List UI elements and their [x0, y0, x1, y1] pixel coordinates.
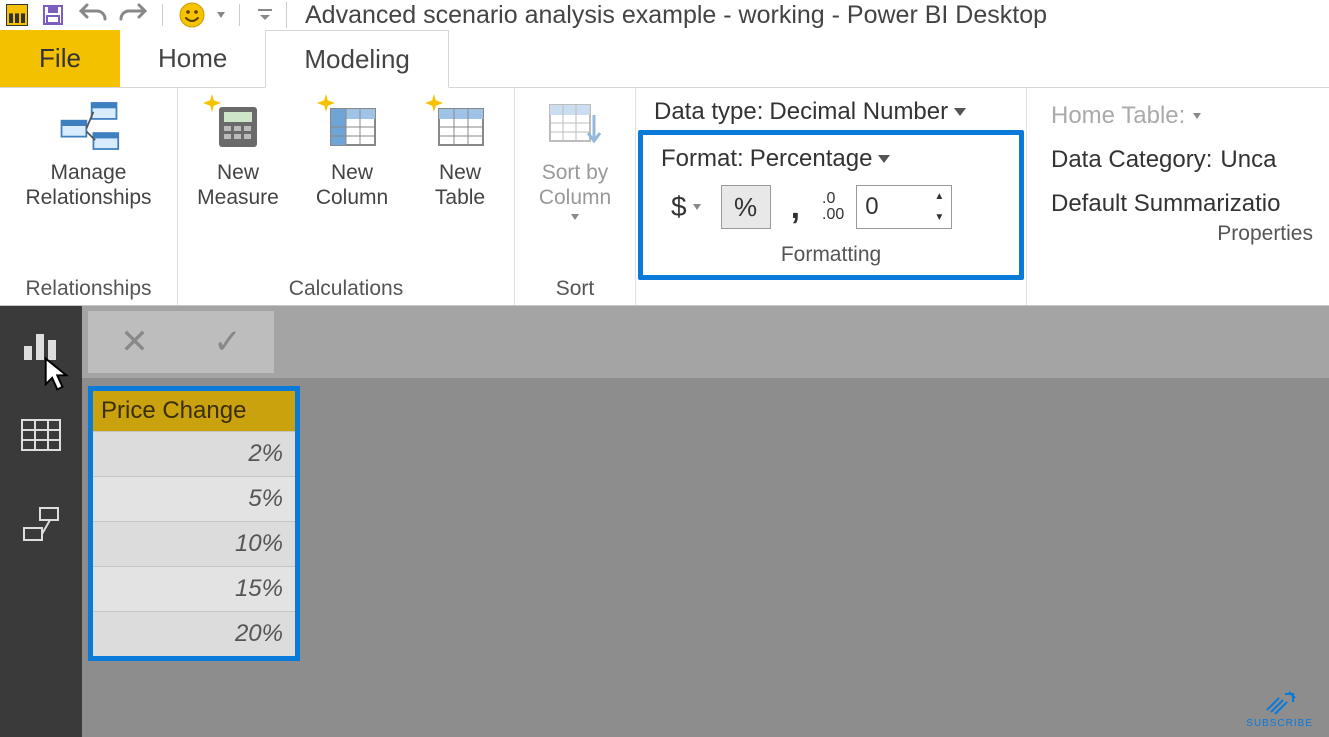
app-icon	[6, 4, 28, 26]
smiley-icon[interactable]	[177, 2, 207, 28]
percent-button[interactable]: %	[721, 185, 771, 229]
home-table-label: Home Table:	[1051, 102, 1185, 130]
group-label-relationships: Relationships	[10, 273, 167, 303]
nav-report-view[interactable]	[16, 320, 66, 370]
canvas: ✕ ✓ Price Change 2% 5% 10% 15% 20% SUBSC…	[82, 306, 1329, 737]
decimal-icon: .0 .00	[820, 185, 846, 229]
table-cell[interactable]: 10%	[93, 521, 295, 566]
data-category-value: Unca	[1220, 146, 1276, 174]
separator	[239, 4, 240, 26]
qat-customize-button[interactable]	[254, 2, 276, 28]
ribbon: Manage Relationships Relationships	[0, 88, 1329, 306]
group-properties: Home Table: Data Category: Unca Default …	[1027, 88, 1329, 305]
subscribe-watermark: SUBSCRIBE	[1246, 690, 1313, 729]
currency-button[interactable]: $	[661, 185, 711, 229]
currency-symbol: $	[671, 191, 687, 223]
redo-button[interactable]	[118, 2, 148, 28]
new-measure-label: New Measure	[197, 160, 279, 210]
group-sort: Sort by Column Sort	[515, 88, 636, 305]
group-formatting: Data type: Decimal Number Format: Percen…	[636, 88, 1027, 305]
separator	[286, 2, 287, 28]
manage-relationships-label: Manage Relationships	[25, 160, 151, 210]
table-cell[interactable]: 5%	[93, 476, 295, 521]
new-table-button[interactable]: New Table	[416, 98, 504, 210]
table-cell[interactable]: 2%	[93, 431, 295, 476]
percent-symbol: %	[734, 192, 757, 223]
group-label-formatting: Formatting	[651, 235, 1011, 269]
chevron-down-icon	[571, 214, 579, 220]
decimal-places-input[interactable]	[857, 186, 927, 228]
format-label: Format:	[661, 145, 744, 173]
nav-rail	[0, 306, 82, 737]
data-type-label: Data type:	[654, 98, 763, 126]
spin-down-icon[interactable]: ▼	[927, 207, 951, 228]
default-summarization-label: Default Summarizatio	[1051, 190, 1280, 218]
quick-access-toolbar	[0, 0, 282, 30]
table-cell[interactable]: 20%	[93, 611, 295, 656]
tab-home[interactable]: Home	[120, 30, 265, 87]
formula-bar: ✕ ✓	[82, 306, 1329, 378]
formatting-highlight: Format: Percentage $ % ,	[638, 130, 1024, 280]
new-column-label: New Column	[316, 160, 388, 210]
new-column-icon	[321, 98, 383, 154]
undo-button[interactable]	[78, 2, 108, 28]
separator	[162, 4, 163, 26]
group-label-sort: Sort	[525, 273, 625, 303]
sort-by-column-label: Sort by Column	[539, 160, 611, 210]
group-relationships: Manage Relationships Relationships	[0, 88, 178, 305]
workspace: ✕ ✓ Price Change 2% 5% 10% 15% 20% SUBSC…	[0, 306, 1329, 737]
new-column-button[interactable]: New Column	[308, 98, 396, 210]
sort-icon	[544, 98, 606, 154]
save-button[interactable]	[38, 2, 68, 28]
format-row[interactable]: Format: Percentage	[661, 145, 1001, 173]
nav-data-view[interactable]	[16, 410, 66, 460]
data-table: Price Change 2% 5% 10% 15% 20%	[88, 386, 300, 661]
nav-model-view[interactable]	[16, 500, 66, 550]
data-type-row[interactable]: Data type: Decimal Number	[642, 94, 1020, 134]
sort-by-column-button[interactable]: Sort by Column	[525, 98, 625, 220]
data-category-label: Data Category:	[1051, 146, 1212, 174]
title-bar: Advanced scenario analysis example - wor…	[0, 0, 1329, 30]
format-value: Percentage	[750, 145, 873, 173]
new-table-icon	[429, 98, 491, 154]
relationships-icon	[58, 98, 120, 154]
new-table-label: New Table	[435, 160, 485, 210]
group-label-calculations: Calculations	[188, 273, 504, 303]
manage-relationships-button[interactable]: Manage Relationships	[5, 98, 173, 210]
table-cell[interactable]: 15%	[93, 566, 295, 611]
smiley-dropdown-icon[interactable]	[217, 12, 225, 18]
chevron-down-icon[interactable]	[878, 155, 890, 163]
tab-modeling[interactable]: Modeling	[265, 30, 449, 88]
tab-file[interactable]: File	[0, 30, 120, 87]
default-summarization-row[interactable]: Default Summarizatio	[1051, 190, 1280, 218]
format-toolbar: $ % , .0 .00	[661, 183, 1001, 231]
subscribe-label: SUBSCRIBE	[1246, 718, 1313, 729]
window-title: Advanced scenario analysis example - wor…	[305, 1, 1047, 30]
formula-buttons: ✕ ✓	[88, 311, 274, 373]
chevron-down-icon	[693, 204, 701, 210]
group-label-properties: Properties	[1037, 218, 1319, 248]
comma-symbol: ,	[791, 188, 800, 227]
commit-formula-button[interactable]: ✓	[213, 322, 242, 362]
spin-up-icon[interactable]: ▲	[927, 186, 951, 207]
column-header[interactable]: Price Change	[93, 391, 295, 431]
thousands-separator-button[interactable]: ,	[781, 185, 810, 229]
home-table-row[interactable]: Home Table:	[1051, 102, 1280, 130]
data-type-value: Decimal Number	[769, 98, 948, 126]
cancel-formula-button[interactable]: ✕	[120, 322, 149, 362]
group-calculations: New Measure New Column	[178, 88, 515, 305]
chevron-down-icon	[1193, 113, 1201, 119]
ribbon-tabs: File Home Modeling	[0, 30, 1329, 88]
data-category-row[interactable]: Data Category: Unca	[1051, 146, 1280, 174]
decimal-places-stepper[interactable]: ▲ ▼	[856, 185, 952, 229]
new-measure-icon	[207, 98, 269, 154]
new-measure-button[interactable]: New Measure	[188, 98, 288, 210]
chevron-down-icon[interactable]	[954, 108, 966, 116]
